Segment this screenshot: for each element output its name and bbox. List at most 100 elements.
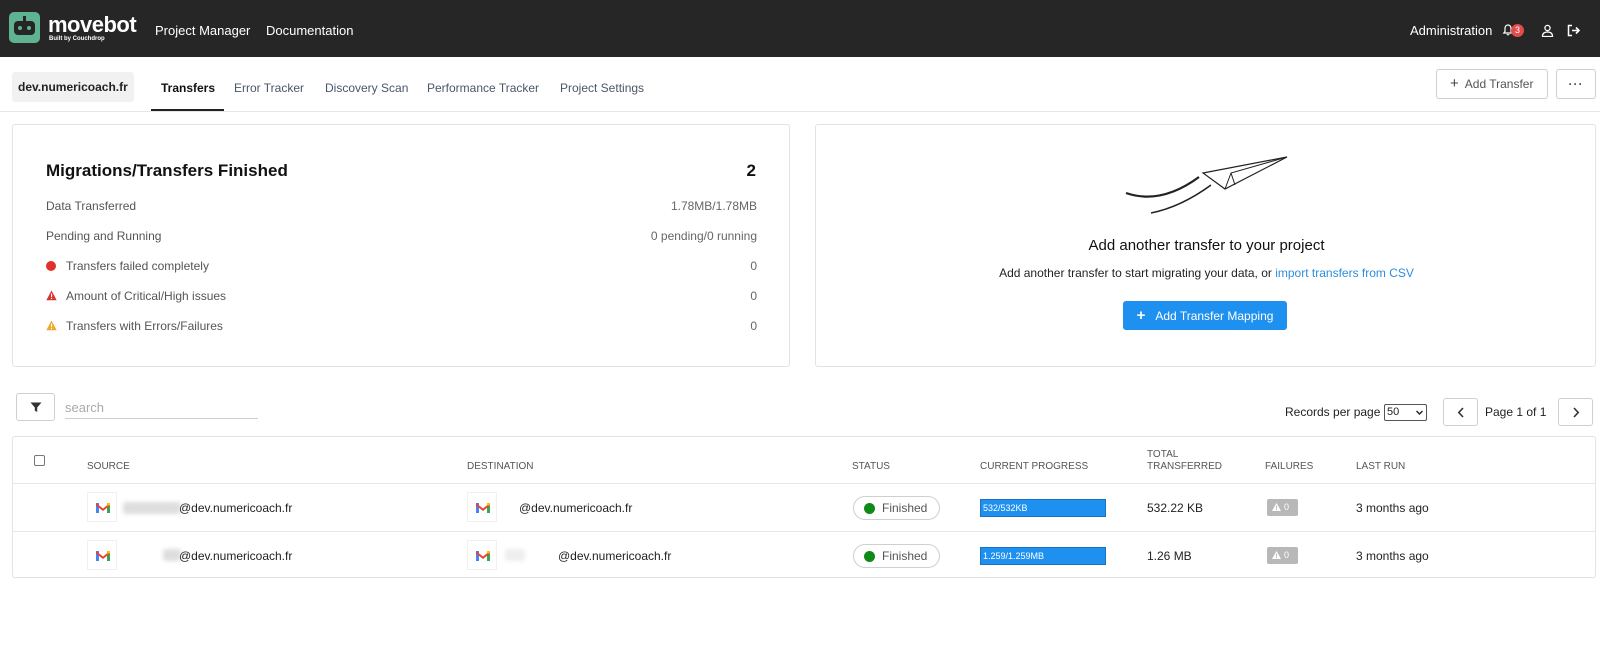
failures-count: 0 [1284,502,1290,512]
gmail-icon [476,551,490,561]
last-run-cell: 3 months ago [1356,549,1429,563]
col-header-total-transferred[interactable]: TOTAL TRANSFERRED [1147,449,1222,473]
summary-row-errors: Transfers with Errors/Failures 0 [46,318,757,334]
chevron-down-icon [1416,410,1423,415]
add-transfer-label: Add Transfer [1464,77,1534,91]
col-header-last-run[interactable]: LAST RUN [1356,461,1405,473]
gmail-icon-destination [467,540,497,570]
brand-subtitle: Built by Couchdrop [49,36,105,42]
notification-badge: 3 [1511,24,1524,37]
page-indicator: Page 1 of 1 [1485,405,1547,419]
summary-row-pending-running: Pending and Running 0 pending/0 running [46,228,757,244]
progress-label: 532/532KB [983,503,1028,513]
next-page-button[interactable] [1558,398,1593,426]
failures-count: 0 [1284,550,1290,560]
warning-icon [1272,551,1281,559]
tab-discovery-scan[interactable]: Discovery Scan [325,80,408,96]
plus-icon: + [1136,307,1146,324]
progress-bar: 1.259/1.259MB [980,547,1106,565]
transfer-summary-card: Migrations/Transfers Finished 2 Data Tra… [12,124,790,367]
total-transferred-cell: 532.22 KB [1147,501,1204,515]
summary-value: 0 [750,289,757,303]
redacted-text [123,502,181,514]
summary-label: Transfers failed completely [66,259,209,273]
summary-label: Amount of Critical/High issues [66,289,227,303]
col-header-current-progress[interactable]: CURRENT PROGRESS [980,461,1088,473]
failures-badge[interactable]: 0 [1267,499,1298,516]
gmail-icon [96,503,110,513]
summary-value: 0 [750,319,757,333]
add-transfer-mapping-button[interactable]: + Add Transfer Mapping [1123,301,1287,330]
status-badge: Finished [853,496,940,520]
brand-name[interactable]: movebot [48,14,137,36]
red-dot-icon [46,261,56,271]
last-run-cell: 3 months ago [1356,501,1429,515]
nav-administration[interactable]: Administration [1410,23,1492,39]
gmail-icon [476,503,490,513]
col-header-line: TOTAL [1147,449,1179,460]
col-header-source[interactable]: SOURCE [87,461,130,473]
progress-bar: 532/532KB [980,499,1106,517]
summary-row-failed: Transfers failed completely 0 [46,258,757,274]
critical-warning-icon [46,290,57,301]
col-header-failures[interactable]: FAILURES [1265,461,1313,473]
table-row[interactable]: @dev.numericoach.fr @dev.numericoach.fr … [13,532,1595,580]
summary-row-critical: Amount of Critical/High issues 0 [46,288,757,304]
add-transfer-button[interactable]: + Add Transfer [1436,69,1548,99]
records-per-page-value: 50 [1387,406,1400,418]
tab-transfers[interactable]: Transfers [161,80,215,96]
source-cell: @dev.numericoach.fr [179,501,293,515]
failures-badge[interactable]: 0 [1267,547,1298,564]
add-transfer-card: Add another transfer to your project Add… [815,124,1596,367]
import-csv-link[interactable]: import transfers from CSV [1275,266,1414,280]
filter-icon [30,402,42,412]
movebot-logo[interactable] [9,12,40,43]
nav-documentation[interactable]: Documentation [266,23,353,39]
filter-button[interactable] [16,393,55,421]
tab-project-settings[interactable]: Project Settings [560,80,644,96]
status-ok-icon [864,503,875,514]
plus-icon: + [1450,75,1459,92]
nav-project-manager[interactable]: Project Manager [155,23,250,39]
table-row[interactable]: @dev.numericoach.fr @dev.numericoach.fr … [13,484,1595,532]
gmail-icon-source [87,540,117,570]
user-icon[interactable] [1541,24,1554,37]
warning-icon [1272,503,1281,511]
summary-label: Transfers with Errors/Failures [66,319,223,333]
col-header-line: TRANSFERRED [1147,461,1223,472]
tab-performance-tracker[interactable]: Performance Tracker [427,80,539,96]
status-text: Finished [882,501,928,515]
summary-row-data-transferred: Data Transferred 1.78MB/1.78MB [46,198,757,214]
top-bar: movebot Built by Couchdrop Project Manag… [0,0,1600,57]
source-cell: @dev.numericoach.fr [179,549,293,563]
records-per-page-select[interactable]: 50 [1384,404,1427,421]
paper-plane-icon [1125,156,1288,214]
add-panel-title: Add another transfer to your project [1088,237,1325,254]
add-panel-desc-text: Add another transfer to start migrating … [999,266,1272,280]
total-transferred-cell: 1.26 MB [1147,549,1192,563]
gmail-icon-source [87,492,117,522]
gmail-icon [96,551,110,561]
select-all-checkbox[interactable] [34,455,45,466]
summary-total: 2 [746,161,756,180]
search-input[interactable] [65,396,258,419]
warning-icon [46,320,57,331]
subnav-divider [0,111,1600,112]
status-ok-icon [864,551,875,562]
col-header-status[interactable]: STATUS [852,461,890,473]
summary-title: Migrations/Transfers Finished [46,161,288,180]
status-badge: Finished [853,544,940,568]
more-options-button[interactable]: ··· [1556,69,1596,99]
redacted-text [505,549,525,561]
robot-icon [14,21,35,35]
col-header-destination[interactable]: DESTINATION [467,461,533,473]
add-panel-description: Add another transfer to start migrating … [816,266,1597,280]
gmail-icon-destination [467,492,497,522]
previous-page-button[interactable] [1443,398,1478,426]
tab-error-tracker[interactable]: Error Tracker [234,80,304,96]
summary-label: Pending and Running [46,229,162,243]
summary-value: 0 [750,259,757,273]
progress-label: 1.259/1.259MB [983,551,1045,561]
destination-cell: @dev.numericoach.fr [519,501,633,515]
logout-icon[interactable] [1567,24,1581,37]
